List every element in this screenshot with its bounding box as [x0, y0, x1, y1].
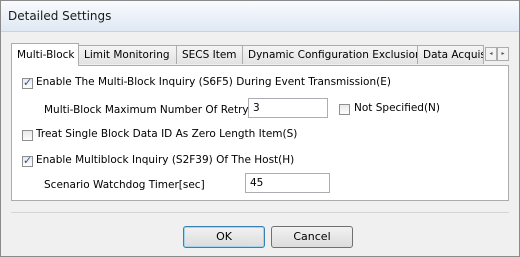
tab-dynamic-configuration-exclusion[interactable]: Dynamic Configuration Exclusion — [242, 45, 418, 64]
tab-scroll-right-button[interactable]: ▸ — [497, 47, 509, 61]
single-block-zero-label[interactable]: Treat Single Block Data ID As Zero Lengt… — [36, 128, 297, 140]
enable-s2f39-checkbox[interactable]: ✓ — [22, 154, 33, 167]
tab-scroll-left-button[interactable]: ◂ — [485, 47, 497, 61]
detailed-settings-dialog: Detailed Settings Multi-Block Limit Moni… — [0, 0, 520, 257]
tab-label: Multi-Block — [17, 49, 75, 61]
enable-s6f5-checkbox[interactable]: ✓ — [22, 76, 33, 89]
check-icon: ✓ — [23, 154, 33, 167]
enable-s2f39-label[interactable]: Enable Multiblock Inquiry (S2F39) Of The… — [36, 154, 294, 166]
divider — [11, 212, 509, 213]
ok-button[interactable]: OK — [183, 226, 265, 248]
max-retry-label: Multi-Block Maximum Number Of Retry — [44, 104, 249, 116]
tab-label: Limit Monitoring — [84, 49, 170, 61]
single-block-zero-checkbox[interactable] — [22, 130, 33, 141]
tab-strip: Multi-Block Limit Monitoring SECS Item D… — [11, 43, 509, 66]
not-specified-label[interactable]: Not Specified(N) — [354, 102, 440, 114]
tab-label: Data Acquisi — [423, 49, 484, 61]
chevron-left-icon: ◂ — [489, 50, 493, 57]
watchdog-timer-input[interactable]: 45 — [245, 173, 330, 193]
tab-label: Dynamic Configuration Exclusion — [248, 49, 418, 61]
check-icon: ✓ — [23, 76, 33, 89]
tab-limit-monitoring[interactable]: Limit Monitoring — [78, 45, 177, 64]
tab-multi-block[interactable]: Multi-Block — [11, 43, 79, 66]
tab-data-acquisition[interactable]: Data Acquisi — [417, 45, 484, 64]
cancel-button[interactable]: Cancel — [271, 226, 353, 248]
tab-secs-item[interactable]: SECS Item — [176, 45, 243, 64]
title-bar[interactable]: Detailed Settings — [1, 1, 519, 32]
window-title: Detailed Settings — [8, 9, 112, 23]
watchdog-timer-label: Scenario Watchdog Timer[sec] — [44, 179, 205, 191]
dialog-body: Multi-Block Limit Monitoring SECS Item D… — [1, 32, 519, 256]
max-retry-input[interactable]: 3 — [248, 98, 328, 118]
chevron-right-icon: ▸ — [501, 50, 505, 57]
tab-label: SECS Item — [182, 49, 237, 61]
enable-s6f5-label[interactable]: Enable The Multi-Block Inquiry (S6F5) Du… — [36, 76, 391, 88]
multi-block-panel: ✓ Enable The Multi-Block Inquiry (S6F5) … — [11, 65, 509, 201]
not-specified-checkbox[interactable] — [339, 104, 350, 115]
